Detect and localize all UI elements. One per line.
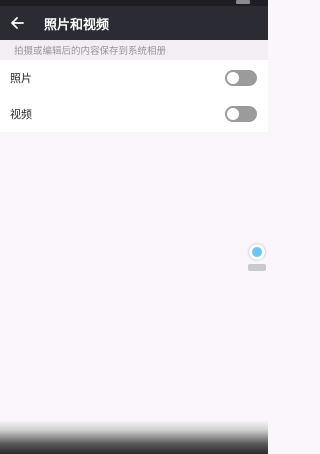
battery-icon — [236, 0, 250, 4]
app-bar: 照片和视频 — [0, 6, 268, 40]
page-title: 照片和视频 — [44, 17, 110, 33]
back-button[interactable] — [0, 6, 34, 40]
toggle-knob — [227, 72, 239, 84]
float-ball-core — [252, 247, 262, 257]
arrow-left-icon — [11, 17, 24, 29]
photo-label: 照片 — [10, 72, 32, 85]
section-description: 拍摄或编辑后的内容保存到系统相册 — [0, 40, 268, 60]
settings-list: 照片 视频 — [0, 60, 268, 132]
toggle-knob — [227, 108, 239, 120]
navigation-bar-shadow — [0, 420, 268, 454]
float-ball-icon — [249, 244, 265, 260]
setting-row-video[interactable]: 视频 — [0, 96, 268, 132]
float-ball-label — [248, 264, 266, 271]
floating-assistant-ball[interactable] — [248, 244, 268, 274]
video-toggle[interactable] — [225, 106, 257, 122]
description-text: 拍摄或编辑后的内容保存到系统相册 — [14, 46, 167, 57]
video-label: 视频 — [10, 108, 32, 121]
setting-row-photo[interactable]: 照片 — [0, 60, 268, 96]
photo-toggle[interactable] — [225, 70, 257, 86]
